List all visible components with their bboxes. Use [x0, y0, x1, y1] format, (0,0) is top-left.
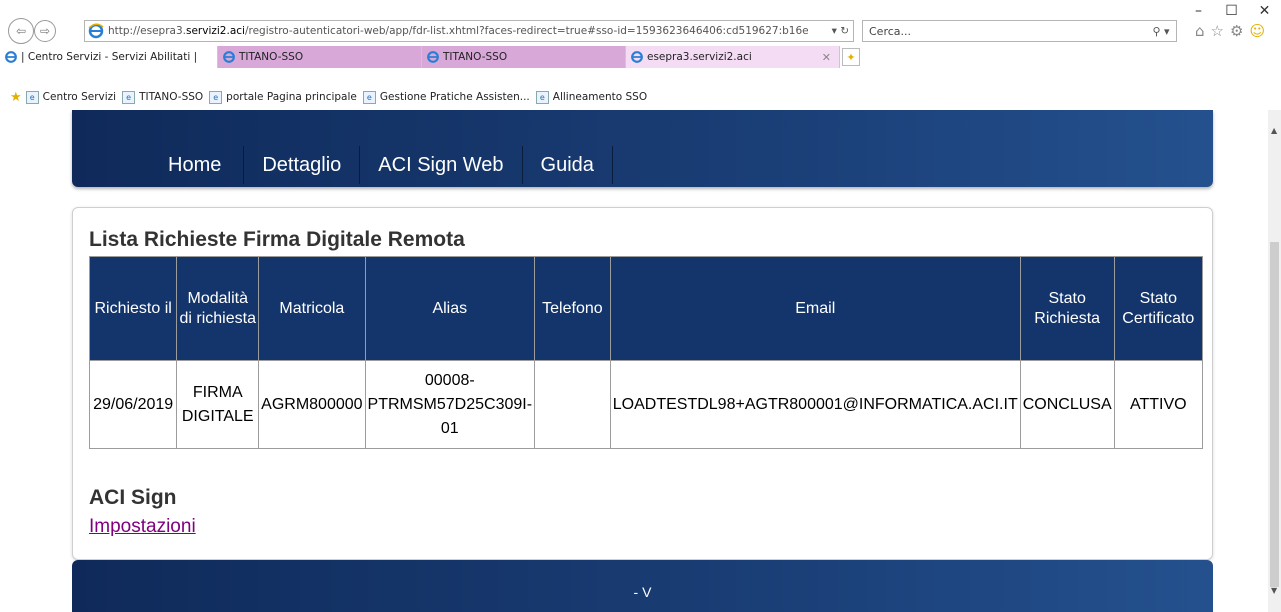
- address-toolbar: ⇦ ⇨ http://esepra3.servizi2.aci/registro…: [0, 18, 1281, 44]
- home-icon[interactable]: ⌂: [1195, 22, 1205, 40]
- back-button[interactable]: ⇦: [8, 18, 34, 44]
- cell-matricola: AGRM800000: [258, 360, 366, 449]
- new-tab-button[interactable]: ✦: [842, 48, 860, 66]
- smiley-feedback-icon[interactable]: ☺: [1249, 22, 1265, 40]
- ie-icon: [88, 23, 104, 39]
- favorite-titano-sso[interactable]: e TITANO-SSO: [122, 90, 204, 104]
- tab-label: TITANO-SSO: [239, 51, 304, 63]
- top-navigation: Home Dettaglio ACI Sign Web Guida: [72, 110, 1213, 187]
- aci-sign-heading: ACI Sign: [89, 486, 177, 509]
- gear-icon[interactable]: ⚙: [1230, 22, 1243, 40]
- tab-label: TITANO-SSO: [443, 51, 508, 63]
- tab-bar: | Centro Servizi - Servizi Abilitati | T…: [0, 46, 1281, 68]
- favorite-portale[interactable]: e portale Pagina principale: [209, 90, 357, 104]
- requests-table: Richiesto il Modalità di richiesta Matri…: [88, 256, 1204, 449]
- favorite-gestione-pratiche[interactable]: e Gestione Pratiche Assisten...: [362, 90, 530, 104]
- favorites-star-icon[interactable]: ★: [10, 90, 22, 105]
- url-text: http://esepra3.servizi2.aci/registro-aut…: [108, 25, 809, 37]
- close-tab-icon[interactable]: ✕: [822, 51, 831, 64]
- content-panel: Lista Richieste Firma Digitale Remota Ri…: [72, 207, 1213, 560]
- table-header-row: Richiesto il Modalità di richiesta Matri…: [88, 256, 1204, 361]
- forward-button[interactable]: ⇨: [34, 20, 56, 42]
- cell-richiesto-il: 29/06/2019: [88, 360, 178, 449]
- search-icon[interactable]: ⚲ ▾: [1146, 25, 1176, 38]
- col-modalita[interactable]: Modalità di richiesta: [176, 256, 260, 361]
- tab-titano-sso-1[interactable]: TITANO-SSO: [218, 46, 422, 68]
- cell-stato-certificato: ATTIVO: [1113, 360, 1204, 449]
- cell-email: LOADTESTDL98+AGTR800001@INFORMATICA.ACI.…: [609, 360, 1021, 449]
- cell-stato-richiesta: CONCLUSA: [1019, 360, 1115, 449]
- menu-guida[interactable]: Guida: [523, 146, 613, 184]
- main-menu: Home Dettaglio ACI Sign Web Guida: [72, 146, 613, 184]
- page-viewport: Home Dettaglio ACI Sign Web Guida Lista …: [0, 110, 1268, 612]
- ie-icon: [631, 51, 643, 63]
- page-footer: - V: [72, 560, 1213, 612]
- scrollbar-thumb[interactable]: [1270, 242, 1279, 587]
- version-text: - V: [633, 584, 652, 600]
- tab-label: esepra3.servizi2.aci: [647, 51, 752, 63]
- menu-aci-sign-web[interactable]: ACI Sign Web: [360, 146, 523, 184]
- tab-titano-sso-2[interactable]: TITANO-SSO: [422, 46, 626, 68]
- favorite-centro-servizi[interactable]: e Centro Servizi: [25, 90, 117, 104]
- favorite-label: Allineamento SSO: [552, 91, 648, 103]
- col-matricola[interactable]: Matricola: [258, 256, 366, 361]
- vertical-scrollbar[interactable]: ▲ ▼: [1268, 110, 1281, 612]
- col-stato-certificato[interactable]: Stato Certificato: [1113, 256, 1204, 361]
- ie-icon: [223, 51, 235, 63]
- favorites-bar: ★ e Centro Servizi e TITANO-SSO e portale P…: [0, 86, 1281, 108]
- favorite-label: Gestione Pratiche Assisten...: [379, 91, 530, 103]
- favorite-allineamento-sso[interactable]: e Allineamento SSO: [535, 90, 648, 104]
- cell-alias: 00008-PTRMSM57D25C309I-01: [364, 360, 536, 449]
- scroll-down-icon[interactable]: ▼: [1271, 586, 1277, 595]
- page-icon: e: [535, 90, 549, 104]
- address-bar[interactable]: http://esepra3.servizi2.aci/registro-aut…: [84, 20, 854, 42]
- cell-modalita: FIRMA DIGITALE: [176, 360, 260, 449]
- ie-icon: [5, 51, 17, 63]
- page-icon: e: [25, 90, 39, 104]
- list-title: Lista Richieste Firma Digitale Remota: [89, 228, 465, 251]
- table-row[interactable]: 29/06/2019 FIRMA DIGITALE AGRM800000 000…: [88, 360, 1204, 449]
- page-icon: e: [209, 90, 223, 104]
- menu-home[interactable]: Home: [72, 146, 245, 184]
- menu-dettaglio[interactable]: Dettaglio: [244, 146, 361, 184]
- tab-centro-servizi[interactable]: | Centro Servizi - Servizi Abilitati |: [0, 46, 218, 68]
- col-alias[interactable]: Alias: [364, 256, 536, 361]
- refresh-icon[interactable]: ▾ ↻: [817, 25, 853, 37]
- col-richiesto-il[interactable]: Richiesto il: [88, 256, 178, 361]
- forward-arrow-icon: ⇨: [39, 24, 51, 38]
- search-input[interactable]: Cerca... ⚲ ▾: [862, 20, 1177, 42]
- impostazioni-link[interactable]: Impostazioni: [89, 516, 196, 538]
- back-arrow-icon: ⇦: [15, 24, 27, 38]
- cell-telefono: [534, 360, 611, 449]
- favorite-label: portale Pagina principale: [226, 91, 357, 103]
- ie-icon: [427, 51, 439, 63]
- favorites-star-icon[interactable]: ☆: [1211, 22, 1224, 40]
- scroll-up-icon[interactable]: ▲: [1271, 126, 1277, 135]
- favorite-label: Centro Servizi: [42, 91, 117, 103]
- col-telefono[interactable]: Telefono: [534, 256, 611, 361]
- search-placeholder: Cerca...: [869, 24, 912, 38]
- favorite-label: TITANO-SSO: [139, 91, 204, 103]
- browser-tool-icons: ⌂ ☆ ⚙ ☺: [1195, 20, 1281, 42]
- tab-esepra3-active[interactable]: esepra3.servizi2.aci ✕: [626, 46, 840, 68]
- col-stato-richiesta[interactable]: Stato Richiesta: [1019, 256, 1115, 361]
- page-icon: e: [122, 90, 136, 104]
- new-tab-icon: ✦: [846, 50, 856, 64]
- page-icon: e: [362, 90, 376, 104]
- tab-label: | Centro Servizi - Servizi Abilitati |: [21, 51, 198, 63]
- col-email[interactable]: Email: [609, 256, 1021, 361]
